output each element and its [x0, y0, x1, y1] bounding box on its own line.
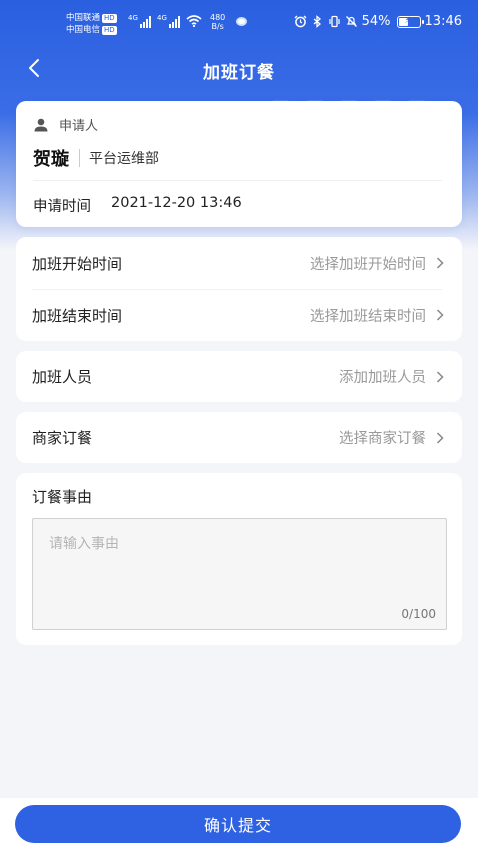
merchant-placeholder: 选择商家订餐 — [339, 431, 426, 447]
battery-percent: 54% — [361, 14, 391, 29]
carrier-1: 中国联通 — [66, 13, 101, 23]
merchant-label: 商家订餐 — [32, 429, 93, 447]
status-right: 54% ⚡ 13:46 — [294, 14, 462, 29]
apply-time-value: 2021-12-20 13:46 — [111, 195, 242, 211]
signal-1-icon: 4G — [128, 14, 151, 28]
hd-badge: HD — [102, 14, 117, 23]
wifi-icon — [186, 15, 202, 27]
applicant-name: 贺璇 — [33, 149, 69, 170]
network-speed: 480 B/s — [210, 13, 226, 31]
mute-icon — [345, 16, 357, 27]
submit-button[interactable]: 确认提交 — [15, 805, 461, 843]
divider — [79, 149, 80, 167]
chevron-right-icon — [436, 431, 444, 444]
bottom-bar: 确认提交 — [0, 798, 478, 850]
apply-time-label: 申请时间 — [33, 199, 91, 215]
merchant-row[interactable]: 商家订餐 选择商家订餐 — [16, 412, 462, 463]
applicant-header: 申请人 — [33, 115, 98, 134]
nav-bar: 加班订餐 — [0, 46, 478, 90]
vibrate-icon — [329, 15, 340, 28]
signal-2-icon: 4G — [157, 14, 180, 28]
chevron-right-icon — [436, 257, 444, 269]
person-icon — [33, 118, 49, 132]
staff-placeholder: 添加加班人员 — [339, 370, 426, 386]
carrier-2: 中国电信 — [66, 25, 101, 35]
hd-badge: HD — [102, 26, 117, 35]
chevron-right-icon — [436, 309, 444, 321]
reason-input[interactable] — [33, 519, 446, 629]
bluetooth-icon — [313, 15, 321, 28]
merchant-group: 商家订餐 选择商家订餐 — [16, 412, 462, 463]
staff-row[interactable]: 加班人员 添加加班人员 — [16, 351, 462, 402]
end-time-label: 加班结束时间 — [32, 306, 123, 325]
clock: 13:46 — [424, 14, 462, 29]
card-divider — [33, 180, 442, 181]
end-time-placeholder: 选择加班结束时间 — [310, 308, 426, 325]
battery-icon: ⚡ — [396, 15, 424, 28]
applicant-label: 申请人 — [59, 119, 99, 134]
reason-group: 订餐事由 0/100 — [16, 473, 462, 645]
alarm-icon — [294, 15, 307, 28]
applicant-card: 申请人 贺璇 平台运维部 申请时间 2021-12-20 13:46 — [16, 101, 462, 227]
status-bar: 中国联通 HD 中国电信 HD 4G 4G 480 B/s 54% ⚡ 13:4… — [0, 0, 478, 46]
reason-char-counter: 0/100 — [401, 607, 436, 621]
overtime-time-group: 加班开始时间 选择加班开始时间 加班结束时间 选择加班结束时间 — [16, 237, 462, 341]
apply-time-row: 申请时间 2021-12-20 13:46 — [33, 195, 242, 216]
start-time-row[interactable]: 加班开始时间 选择加班开始时间 — [16, 237, 462, 289]
reason-label: 订餐事由 — [32, 488, 93, 506]
overtime-staff-group: 加班人员 添加加班人员 — [16, 351, 462, 402]
page-title: 加班订餐 — [203, 63, 275, 83]
start-time-label: 加班开始时间 — [32, 254, 123, 273]
reason-box: 0/100 — [32, 518, 447, 630]
staff-label: 加班人员 — [32, 368, 93, 386]
applicant-info: 贺璇 平台运维部 — [33, 145, 159, 171]
applicant-department: 平台运维部 — [89, 151, 159, 167]
end-time-row[interactable]: 加班结束时间 选择加班结束时间 — [16, 289, 462, 341]
app-notification-icon — [236, 17, 247, 26]
carrier-info: 中国联通 HD 中国电信 HD — [66, 12, 117, 36]
chevron-right-icon — [436, 370, 444, 383]
start-time-placeholder: 选择加班开始时间 — [310, 256, 426, 273]
